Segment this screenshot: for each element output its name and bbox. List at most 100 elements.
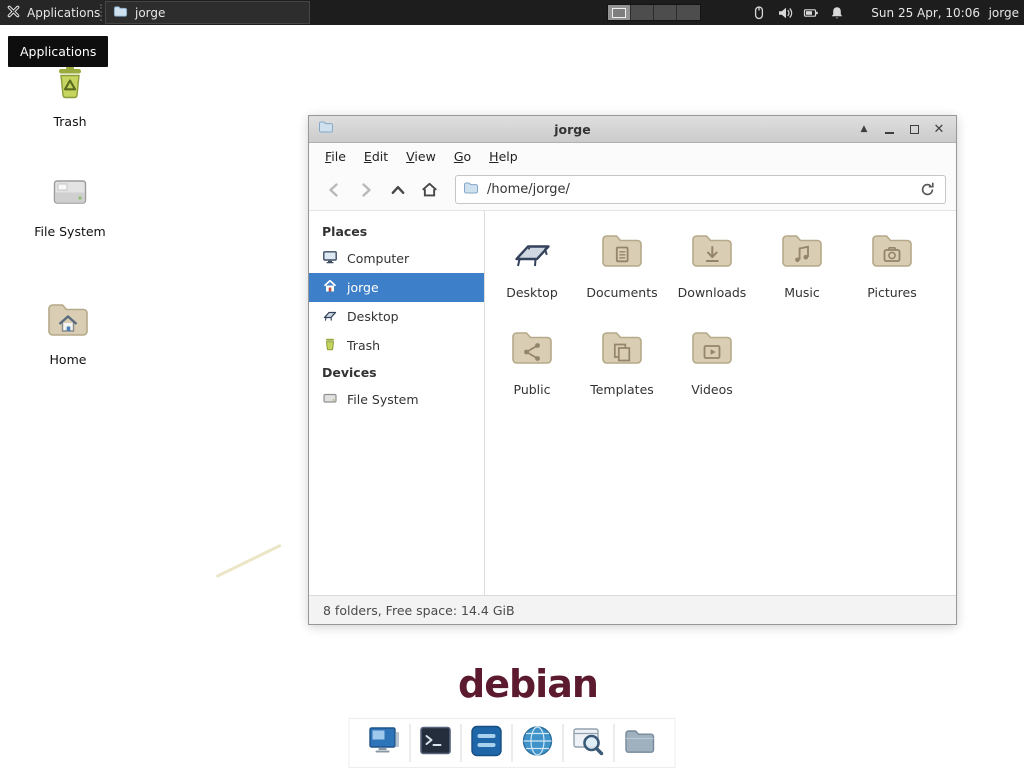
icon-view[interactable]: Desktop Documents: [485, 211, 956, 595]
folder-item-music[interactable]: Music: [757, 221, 847, 318]
reload-icon[interactable]: [916, 179, 938, 201]
web-browser-globe-icon: [521, 724, 555, 762]
forward-button[interactable]: [351, 175, 380, 204]
app-finder-icon: [572, 724, 606, 762]
desktop-icon-home[interactable]: Home: [20, 296, 116, 367]
panel-clock[interactable]: Sun 25 Apr, 10:06: [871, 0, 980, 25]
sidebar-item-jorge[interactable]: jorge: [309, 273, 484, 302]
folder-item-downloads[interactable]: Downloads: [667, 221, 757, 318]
folder-item-videos[interactable]: Videos: [667, 318, 757, 415]
folder-item-documents[interactable]: Documents: [577, 221, 667, 318]
mouse-icon[interactable]: [750, 4, 767, 21]
folder-item-label: Pictures: [867, 285, 917, 300]
workspace-pager: [607, 4, 701, 21]
system-tray: [750, 0, 845, 25]
folder-item-pictures[interactable]: Pictures: [847, 221, 937, 318]
computer-icon: [322, 249, 338, 268]
dock-separator: [512, 724, 513, 762]
trash-icon: [322, 336, 338, 355]
applications-tooltip: Applications: [8, 36, 108, 67]
home-button[interactable]: [415, 175, 444, 204]
dock-separator: [461, 724, 462, 762]
bottom-dock: [349, 718, 676, 768]
taskbar-window-button[interactable]: jorge: [105, 1, 310, 24]
minimize-button[interactable]: [881, 121, 897, 137]
menu-edit[interactable]: Edit: [355, 145, 397, 168]
show-desktop-icon: [368, 724, 402, 762]
sidebar-item-computer[interactable]: Computer: [309, 244, 484, 273]
battery-icon[interactable]: [802, 4, 819, 21]
bell-icon[interactable]: [828, 4, 845, 21]
folder-item-public[interactable]: Public: [487, 318, 577, 415]
drive-icon: [46, 168, 94, 219]
folder-item-templates[interactable]: Templates: [577, 318, 667, 415]
user-desktop-icon: [508, 227, 556, 278]
panel-user-label: jorge: [989, 0, 1019, 25]
menu-view[interactable]: View: [397, 145, 445, 168]
workspace-4[interactable]: [677, 5, 700, 20]
dock-terminal-button[interactable]: [413, 721, 459, 765]
dock-separator: [563, 724, 564, 762]
folder-item-label: Desktop: [506, 285, 558, 300]
back-button[interactable]: [319, 175, 348, 204]
applications-menu-icon: [6, 4, 21, 22]
folder-item-label: Public: [514, 382, 551, 397]
path-bar[interactable]: [455, 175, 946, 204]
close-button[interactable]: ✕: [931, 121, 947, 137]
window-titlebar[interactable]: jorge ▲ ✕: [309, 116, 956, 143]
menu-file[interactable]: File: [316, 145, 355, 168]
folder-item-label: Documents: [586, 285, 657, 300]
desktop-icon-label: Home: [50, 352, 87, 367]
window-title: jorge: [309, 122, 836, 137]
path-input[interactable]: [487, 182, 908, 197]
workspace-3[interactable]: [654, 5, 677, 20]
menu-go[interactable]: Go: [445, 145, 480, 168]
sidebar-item-desktop[interactable]: Desktop: [309, 302, 484, 331]
dock-window-list-button[interactable]: [464, 721, 510, 765]
sidebar-item-trash[interactable]: Trash: [309, 331, 484, 360]
dock-web-browser-button[interactable]: [515, 721, 561, 765]
sidebar-item-filesystem[interactable]: File System: [309, 385, 484, 414]
folder-downloads-icon: [688, 227, 736, 278]
sidebar-item-label: Desktop: [347, 309, 399, 324]
maximize-button[interactable]: [906, 121, 922, 137]
sidebar-devices-header: Devices: [309, 360, 484, 385]
dock-file-manager-button[interactable]: [617, 721, 663, 765]
folder-templates-icon: [598, 324, 646, 375]
home-folder-icon: [44, 296, 92, 347]
dock-show-desktop-button[interactable]: [362, 721, 408, 765]
shade-button[interactable]: ▲: [856, 121, 872, 137]
applications-menu-button[interactable]: Applications: [0, 0, 110, 25]
status-text: 8 folders, Free space: 14.4 GiB: [323, 603, 515, 618]
folder-pictures-icon: [868, 227, 916, 278]
up-button[interactable]: [383, 175, 412, 204]
sidebar-item-label: Trash: [347, 338, 380, 353]
workspace-2[interactable]: [631, 5, 654, 20]
sidebar-item-label: File System: [347, 392, 419, 407]
volume-icon[interactable]: [776, 4, 793, 21]
folder-music-icon: [778, 227, 826, 278]
workspace-1[interactable]: [608, 5, 631, 20]
desktop-scratch-line: [216, 544, 282, 578]
terminal-icon: [419, 724, 453, 762]
home-icon: [322, 278, 338, 297]
folder-item-desktop[interactable]: Desktop: [487, 221, 577, 318]
desktop-icon-label: Trash: [53, 114, 86, 129]
debian-logo: debian: [458, 662, 598, 706]
sidebar-places-header: Places: [309, 219, 484, 244]
applications-menu-label: Applications: [27, 6, 100, 20]
dock-app-finder-button[interactable]: [566, 721, 612, 765]
desktop-icon-filesystem[interactable]: File System: [22, 168, 118, 239]
dock-separator: [410, 724, 411, 762]
toolbar: [309, 169, 956, 211]
folder-item-label: Templates: [590, 382, 654, 397]
desktop-icon-label: File System: [34, 224, 106, 239]
desktop-icon: [322, 307, 338, 326]
menu-help[interactable]: Help: [480, 145, 527, 168]
folder-item-label: Videos: [691, 382, 733, 397]
folder-public-icon: [508, 324, 556, 375]
panel-grip: [100, 4, 102, 21]
desktop-icon-trash[interactable]: Trash: [22, 58, 118, 129]
folder-documents-icon: [598, 227, 646, 278]
file-manager-window: jorge ▲ ✕ File Edit View Go Help: [308, 115, 957, 625]
